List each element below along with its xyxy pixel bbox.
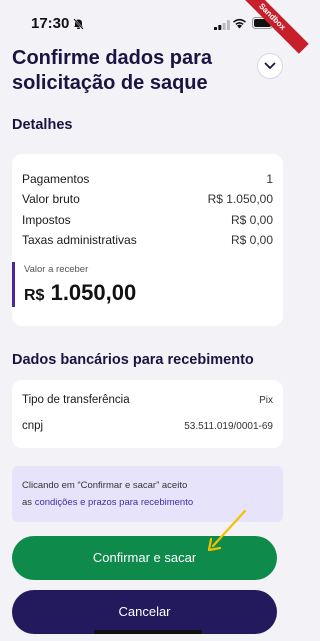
row-label: Tipo de transferência <box>22 394 130 406</box>
arrow-annotation-icon <box>202 508 250 561</box>
details-row: Impostos R$ 0,00 <box>22 213 273 227</box>
cancel-button[interactable]: Cancelar <box>12 590 277 634</box>
page-title: Confirme dados para solicitação de saque <box>12 47 213 94</box>
row-label: Taxas administrativas <box>22 233 137 247</box>
notice-text: Clicando em “Confirmar e sacar” aceito <box>22 480 188 491</box>
receive-amount: R$ 1.050,00 <box>24 280 212 306</box>
chevron-down-icon <box>264 57 276 75</box>
details-section-title: Detalhes <box>12 117 73 133</box>
bank-card: Tipo de transferência Pix cnpj 53.511.01… <box>12 380 283 448</box>
details-row: Taxas administrativas R$ 0,00 <box>22 233 273 247</box>
row-label: Valor bruto <box>22 192 80 206</box>
row-label: Pagamentos <box>22 172 90 186</box>
terms-link[interactable]: condições e prazos para recebimento <box>35 497 193 508</box>
row-value: 1 <box>266 172 273 186</box>
details-row: Pagamentos 1 <box>22 172 273 186</box>
receive-value: 1.050,00 <box>50 280 137 305</box>
receive-currency: R$ <box>24 287 45 304</box>
row-value: 53.511.019/0001-69 <box>184 420 273 432</box>
bell-off-icon <box>73 17 84 35</box>
receive-block: Valor a receber R$ 1.050,00 <box>12 262 212 307</box>
signal-icon <box>214 17 230 35</box>
bank-row: Tipo de transferência Pix <box>22 394 273 406</box>
collapse-button[interactable] <box>257 53 283 79</box>
details-row: Valor bruto R$ 1.050,00 <box>22 192 273 206</box>
details-card: Pagamentos 1 Valor bruto R$ 1.050,00 Imp… <box>12 154 283 326</box>
bank-section-title: Dados bancários para recebimento <box>12 352 254 368</box>
wifi-icon <box>232 16 247 34</box>
row-label: cnpj <box>22 420 44 432</box>
bank-row: cnpj 53.511.019/0001-69 <box>22 420 273 432</box>
row-value: Pix <box>259 394 273 406</box>
row-value: R$ 0,00 <box>230 213 273 227</box>
row-value: R$ 0,00 <box>230 233 273 247</box>
row-label: Impostos <box>22 213 71 227</box>
receive-label: Valor a receber <box>24 264 89 275</box>
notice-prefix: as <box>22 497 33 508</box>
status-time: 17:30 <box>31 15 70 32</box>
home-indicator <box>94 630 202 634</box>
row-value: R$ 1.050,00 <box>207 192 273 206</box>
